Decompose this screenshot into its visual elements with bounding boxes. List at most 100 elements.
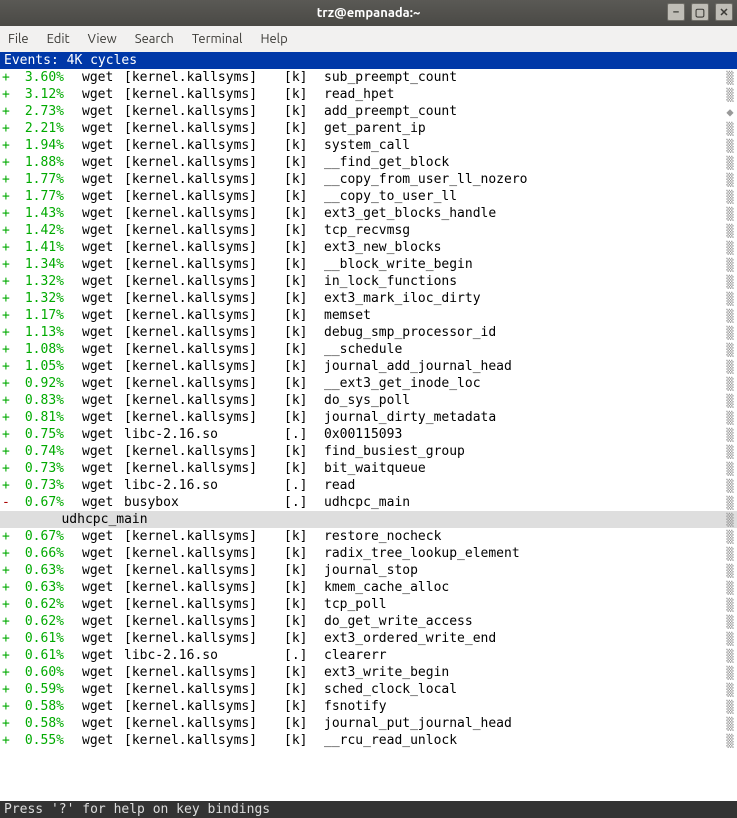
expand-sign[interactable]: + bbox=[2, 69, 12, 86]
scroll-track[interactable]: ▒ bbox=[725, 665, 735, 682]
expand-sign[interactable]: + bbox=[2, 171, 12, 188]
scroll-track[interactable]: ▒ bbox=[725, 410, 735, 427]
expand-sign[interactable]: + bbox=[2, 647, 12, 664]
scroll-track[interactable]: ▒ bbox=[725, 240, 735, 257]
scroll-track[interactable]: ▒ bbox=[725, 563, 735, 580]
maximize-button[interactable]: ▢ bbox=[691, 3, 709, 21]
perf-row[interactable]: +1.94%wget[kernel.kallsyms][k]system_cal… bbox=[0, 137, 737, 154]
perf-row[interactable]: +1.32%wget[kernel.kallsyms][k]in_lock_fu… bbox=[0, 273, 737, 290]
menu-search[interactable]: Search bbox=[135, 32, 174, 46]
scroll-track[interactable]: ▒ bbox=[725, 308, 735, 325]
scroll-track[interactable]: ▒ bbox=[725, 189, 735, 206]
perf-row[interactable]: +0.92%wget[kernel.kallsyms][k]__ext3_get… bbox=[0, 375, 737, 392]
perf-row[interactable]: +0.63%wget[kernel.kallsyms][k]journal_st… bbox=[0, 562, 737, 579]
perf-row[interactable]: +0.83%wget[kernel.kallsyms][k]do_sys_pol… bbox=[0, 392, 737, 409]
perf-row[interactable]: +1.17%wget[kernel.kallsyms][k]memset bbox=[0, 307, 737, 324]
expand-sign[interactable]: + bbox=[2, 205, 12, 222]
expand-sign[interactable]: + bbox=[2, 664, 12, 681]
scroll-track[interactable]: ▒ bbox=[725, 342, 735, 359]
scroll-track[interactable]: ▒ bbox=[725, 529, 735, 546]
scroll-track[interactable]: ▒ bbox=[725, 376, 735, 393]
perf-row[interactable]: +0.59%wget[kernel.kallsyms][k]sched_cloc… bbox=[0, 681, 737, 698]
expand-sign[interactable]: + bbox=[2, 324, 12, 341]
scroll-track[interactable]: ▒ bbox=[725, 478, 735, 495]
expand-sign[interactable]: + bbox=[2, 477, 12, 494]
perf-row[interactable]: +1.42%wget[kernel.kallsyms][k]tcp_recvms… bbox=[0, 222, 737, 239]
scroll-track[interactable]: ▒ bbox=[725, 121, 735, 138]
scroll-track[interactable]: ▒ bbox=[725, 699, 735, 716]
perf-row[interactable]: +0.81%wget[kernel.kallsyms][k]journal_di… bbox=[0, 409, 737, 426]
scroll-track[interactable]: ▒ bbox=[725, 274, 735, 291]
expand-sign[interactable]: + bbox=[2, 681, 12, 698]
expand-sign[interactable]: + bbox=[2, 239, 12, 256]
perf-row[interactable]: +0.61%wget[kernel.kallsyms][k]ext3_order… bbox=[0, 630, 737, 647]
scroll-track[interactable]: ▒ bbox=[725, 427, 735, 444]
perf-row[interactable]: +0.58%wget[kernel.kallsyms][k]fsnotify bbox=[0, 698, 737, 715]
perf-row[interactable]: +0.73%wgetlibc-2.16.so[.]read bbox=[0, 477, 737, 494]
scroll-track[interactable]: ▒ bbox=[725, 580, 735, 597]
perf-row[interactable]: +3.60%wget[kernel.kallsyms][k]sub_preemp… bbox=[0, 69, 737, 86]
expand-sign[interactable]: + bbox=[2, 256, 12, 273]
perf-row[interactable]: +0.73%wget[kernel.kallsyms][k]bit_waitqu… bbox=[0, 460, 737, 477]
scroll-track[interactable]: ▒ bbox=[725, 172, 735, 189]
menu-file[interactable]: File bbox=[8, 32, 29, 46]
perf-row[interactable]: +0.62%wget[kernel.kallsyms][k]tcp_poll bbox=[0, 596, 737, 613]
expand-sign[interactable]: + bbox=[2, 460, 12, 477]
expand-sign[interactable]: + bbox=[2, 715, 12, 732]
expand-sign[interactable]: + bbox=[2, 698, 12, 715]
expand-sign[interactable]: + bbox=[2, 579, 12, 596]
menu-terminal[interactable]: Terminal bbox=[192, 32, 243, 46]
perf-row[interactable]: +2.21%wget[kernel.kallsyms][k]get_parent… bbox=[0, 120, 737, 137]
expand-sign[interactable]: + bbox=[2, 188, 12, 205]
perf-row[interactable]: +0.66%wget[kernel.kallsyms][k]radix_tree… bbox=[0, 545, 737, 562]
expand-sign[interactable]: + bbox=[2, 732, 12, 749]
expand-sign[interactable]: + bbox=[2, 443, 12, 460]
scroll-track[interactable]: ▒ bbox=[725, 546, 735, 563]
perf-row[interactable]: +1.88%wget[kernel.kallsyms][k]__find_get… bbox=[0, 154, 737, 171]
expand-sign[interactable]: + bbox=[2, 630, 12, 647]
scroll-track[interactable]: ▒ bbox=[725, 648, 735, 665]
scroll-track[interactable]: ▒ bbox=[725, 682, 735, 699]
scroll-track[interactable]: ▒ bbox=[725, 461, 735, 478]
perf-row[interactable]: +0.67%wget[kernel.kallsyms][k]restore_no… bbox=[0, 528, 737, 545]
perf-row[interactable]: +0.74%wget[kernel.kallsyms][k]find_busie… bbox=[0, 443, 737, 460]
scroll-track[interactable]: ▒ bbox=[725, 155, 735, 172]
perf-row[interactable]: +0.61%wgetlibc-2.16.so[.]clearerr bbox=[0, 647, 737, 664]
scroll-track[interactable]: ▒ bbox=[725, 614, 735, 631]
scroll-track[interactable]: ▒ bbox=[725, 444, 735, 461]
perf-row[interactable]: +0.62%wget[kernel.kallsyms][k]do_get_wri… bbox=[0, 613, 737, 630]
perf-row[interactable]: +2.73%wget[kernel.kallsyms][k]add_preemp… bbox=[0, 103, 737, 120]
expanded-symbol-row[interactable]: udhcpc_main bbox=[0, 511, 737, 528]
scroll-track[interactable]: ▒ bbox=[725, 597, 735, 614]
close-button[interactable]: ✕ bbox=[715, 3, 733, 21]
scroll-track[interactable]: ▒ bbox=[725, 716, 735, 733]
scroll-track[interactable]: ▒ bbox=[725, 325, 735, 342]
perf-row[interactable]: +1.41%wget[kernel.kallsyms][k]ext3_new_b… bbox=[0, 239, 737, 256]
expand-sign[interactable]: + bbox=[2, 613, 12, 630]
scroll-track[interactable]: ▒ bbox=[725, 70, 735, 87]
scroll-track[interactable]: ▒ bbox=[725, 393, 735, 410]
scroll-track[interactable]: ▒ bbox=[725, 512, 735, 529]
menu-help[interactable]: Help bbox=[260, 32, 287, 46]
perf-row[interactable]: +1.34%wget[kernel.kallsyms][k]__block_wr… bbox=[0, 256, 737, 273]
expand-sign[interactable]: + bbox=[2, 341, 12, 358]
perf-row[interactable]: +0.60%wget[kernel.kallsyms][k]ext3_write… bbox=[0, 664, 737, 681]
expand-sign[interactable]: + bbox=[2, 392, 12, 409]
perf-row[interactable]: +0.58%wget[kernel.kallsyms][k]journal_pu… bbox=[0, 715, 737, 732]
expand-sign[interactable]: + bbox=[2, 375, 12, 392]
perf-row[interactable]: +1.05%wget[kernel.kallsyms][k]journal_ad… bbox=[0, 358, 737, 375]
scroll-track[interactable]: ▒ bbox=[725, 495, 735, 512]
expand-sign[interactable]: + bbox=[2, 545, 12, 562]
expand-sign[interactable]: + bbox=[2, 154, 12, 171]
menu-edit[interactable]: Edit bbox=[47, 32, 70, 46]
terminal-area[interactable]: Events: 4K cycles +3.60%wget[kernel.kall… bbox=[0, 52, 737, 818]
scroll-track[interactable]: ▒ bbox=[725, 87, 735, 104]
perf-row[interactable]: +1.77%wget[kernel.kallsyms][k]__copy_to_… bbox=[0, 188, 737, 205]
expand-sign[interactable]: + bbox=[2, 562, 12, 579]
menu-view[interactable]: View bbox=[88, 32, 117, 46]
expand-sign[interactable]: + bbox=[2, 103, 12, 120]
minimize-button[interactable]: – bbox=[667, 3, 685, 21]
expand-sign[interactable]: + bbox=[2, 222, 12, 239]
scroll-track[interactable]: ▒ bbox=[725, 631, 735, 648]
perf-row[interactable]: +1.13%wget[kernel.kallsyms][k]debug_smp_… bbox=[0, 324, 737, 341]
